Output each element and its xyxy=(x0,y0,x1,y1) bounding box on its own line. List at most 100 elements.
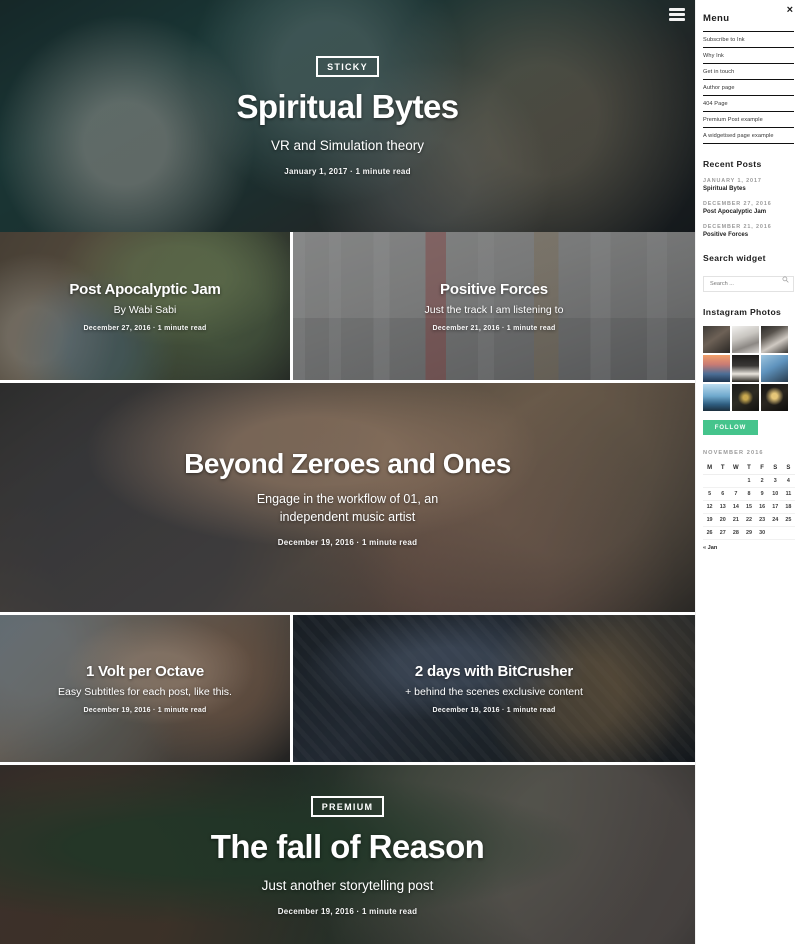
instagram-photo[interactable] xyxy=(703,326,730,353)
post-title: Beyond Zeroes and Ones xyxy=(184,448,511,480)
calendar-day[interactable]: 25 xyxy=(781,513,795,527)
calendar-week-row: 19 20 21 22 23 24 25 xyxy=(703,513,795,527)
instagram-photo[interactable] xyxy=(732,384,759,411)
instagram-photo[interactable] xyxy=(703,384,730,411)
menu-item-get-in-touch[interactable]: Get in touch xyxy=(703,64,794,80)
widget-heading: Search widget xyxy=(703,253,766,263)
instagram-photo[interactable] xyxy=(732,355,759,382)
post-meta: December 21, 2016 · 1 minute read xyxy=(432,324,556,332)
calendar-weekday: S xyxy=(768,462,782,475)
recent-post-title[interactable]: Post Apocalyptic Jam xyxy=(703,209,794,215)
menu-item-subscribe-to-ink[interactable]: Subscribe to Ink xyxy=(703,31,794,48)
post-card-beyond-zeroes-and-ones[interactable]: Beyond Zeroes and Ones Engage in the wor… xyxy=(0,383,695,612)
calendar-week-row: 12 13 14 15 16 17 18 xyxy=(703,500,795,514)
close-icon[interactable]: × xyxy=(787,5,793,16)
post-meta: December 19, 2016 · 1 minute read xyxy=(277,907,418,917)
post-subtitle: Just another storytelling post xyxy=(261,878,434,894)
menu-item-author-page[interactable]: Author page xyxy=(703,80,794,96)
instagram-photo[interactable] xyxy=(761,326,788,353)
calendar-day xyxy=(768,526,782,540)
post-row-1: STICKY Spiritual Bytes VR and Simulation… xyxy=(0,0,695,232)
calendar-day[interactable]: 11 xyxy=(781,487,795,501)
post-card-spiritual-bytes[interactable]: STICKY Spiritual Bytes VR and Simulation… xyxy=(0,0,695,232)
search-input[interactable] xyxy=(703,276,794,292)
calendar-day[interactable]: 10 xyxy=(768,487,782,501)
menu-item-premium-post-example[interactable]: Premium Post example xyxy=(703,112,794,128)
instagram-photo[interactable] xyxy=(761,355,788,382)
calendar-week-row: 1 2 3 4 xyxy=(703,474,795,488)
post-card-the-fall-of-reason[interactable]: PREMIUM The fall of Reason Just another … xyxy=(0,765,695,944)
calendar-day[interactable]: 30 xyxy=(755,526,769,540)
calendar-day[interactable]: 3 xyxy=(768,474,782,488)
calendar-day[interactable]: 22 xyxy=(742,513,756,527)
calendar-day[interactable]: 23 xyxy=(755,513,769,527)
calendar-day[interactable]: 5 xyxy=(703,487,717,501)
post-card-1-volt-per-octave[interactable]: 1 Volt per Octave Easy Subtitles for eac… xyxy=(0,615,290,762)
status-badge: STICKY xyxy=(316,55,379,77)
menu-item-widgetised-page-example[interactable]: A widgetised page example xyxy=(703,128,794,144)
calendar-day[interactable]: 24 xyxy=(768,513,782,527)
instagram-grid xyxy=(703,326,794,411)
post-card-post-apocalyptic-jam[interactable]: Post Apocalyptic Jam By Wabi Sabi Decemb… xyxy=(0,232,290,380)
calendar-month-label: NOVEMBER 2016 xyxy=(703,450,764,456)
post-card-positive-forces[interactable]: Positive Forces Just the track I am list… xyxy=(293,232,695,380)
calendar-day[interactable]: 17 xyxy=(768,500,782,514)
calendar-day[interactable]: 2 xyxy=(755,474,769,488)
calendar-day[interactable]: 20 xyxy=(716,513,730,527)
calendar-day[interactable]: 8 xyxy=(742,487,756,501)
calendar-day[interactable]: 7 xyxy=(729,487,743,501)
post-title: Spiritual Bytes xyxy=(236,87,459,125)
post-subtitle: By Wabi Sabi xyxy=(113,303,177,316)
calendar-day[interactable]: 4 xyxy=(781,474,795,488)
post-title: 2 days with BitCrusher xyxy=(414,663,574,680)
search-wrap xyxy=(703,272,794,292)
calendar-day xyxy=(729,474,743,488)
menu-list: Subscribe to Ink Why Ink Get in touch Au… xyxy=(703,31,794,144)
calendar-day[interactable]: 15 xyxy=(742,500,756,514)
recent-post-title[interactable]: Positive Forces xyxy=(703,232,794,238)
calendar-weekday: F xyxy=(755,462,769,475)
post-meta: December 27, 2016 · 1 minute read xyxy=(83,324,207,332)
recent-post-title[interactable]: Spiritual Bytes xyxy=(703,186,794,192)
follow-button[interactable]: FOLLOW xyxy=(703,420,758,435)
calendar-widget: NOVEMBER 2016 M T W T F S S 1 2 3 4 5 6 … xyxy=(703,450,795,551)
calendar-day[interactable]: 27 xyxy=(716,526,730,540)
calendar-day xyxy=(781,526,795,540)
recent-post-item: JANUARY 1, 2017 Spiritual Bytes xyxy=(703,178,794,192)
calendar-table: M T W T F S S 1 2 3 4 5 6 7 8 9 10 11 12… xyxy=(703,462,795,540)
hamburger-menu-icon[interactable] xyxy=(669,8,685,21)
menu-heading: Menu xyxy=(703,13,730,24)
calendar-day[interactable]: 12 xyxy=(703,500,717,514)
calendar-day[interactable]: 21 xyxy=(729,513,743,527)
instagram-photo[interactable] xyxy=(761,384,788,411)
calendar-day[interactable]: 26 xyxy=(703,526,717,540)
calendar-weekday: T xyxy=(716,462,730,475)
calendar-day[interactable]: 19 xyxy=(703,513,717,527)
hamburger-bar xyxy=(669,18,685,21)
calendar-prev-link[interactable]: « Jan xyxy=(703,545,794,551)
calendar-day[interactable]: 13 xyxy=(716,500,730,514)
hamburger-bar xyxy=(669,13,685,16)
instagram-photo[interactable] xyxy=(732,326,759,353)
calendar-day[interactable]: 9 xyxy=(755,487,769,501)
calendar-weekday: S xyxy=(781,462,795,475)
post-row-2: Post Apocalyptic Jam By Wabi Sabi Decemb… xyxy=(0,232,695,380)
calendar-day[interactable]: 16 xyxy=(755,500,769,514)
calendar-day xyxy=(703,474,717,488)
calendar-day[interactable]: 1 xyxy=(742,474,756,488)
calendar-day[interactable]: 28 xyxy=(729,526,743,540)
post-subtitle: + behind the scenes exclusive content xyxy=(405,686,583,698)
calendar-day[interactable]: 18 xyxy=(781,500,795,514)
post-subtitle: Engage in the workflow of 01, an indepen… xyxy=(256,491,439,524)
calendar-day[interactable]: 14 xyxy=(729,500,743,514)
calendar-day[interactable]: 29 xyxy=(742,526,756,540)
status-badge: PREMIUM xyxy=(310,795,385,817)
recent-post-date: DECEMBER 21, 2016 xyxy=(703,224,772,230)
menu-item-why-ink[interactable]: Why Ink xyxy=(703,48,794,64)
menu-item-404-page[interactable]: 404 Page xyxy=(703,96,794,112)
instagram-photo[interactable] xyxy=(703,355,730,382)
post-meta: December 19, 2016 · 1 minute read xyxy=(277,537,418,547)
calendar-week-row: 5 6 7 8 9 10 11 xyxy=(703,487,795,501)
post-card-2-days-with-bitcrusher[interactable]: 2 days with BitCrusher + behind the scen… xyxy=(293,615,695,762)
calendar-day[interactable]: 6 xyxy=(716,487,730,501)
